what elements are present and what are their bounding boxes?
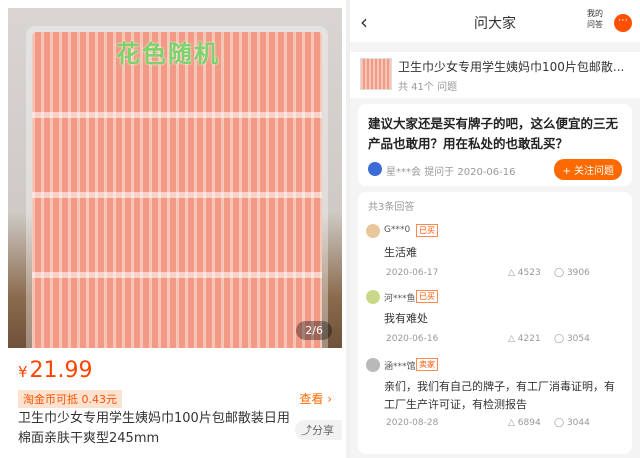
- answer-text: 生活难: [384, 246, 417, 259]
- answer-text: 亲们，我们有自己的牌子，有工厂消毒证明，有工厂生产许可证，有检测报告: [384, 380, 615, 411]
- comment-count[interactable]: ◯ 3906: [554, 268, 590, 278]
- comment-value: 3906: [566, 268, 590, 278]
- currency-symbol: ¥: [18, 363, 28, 381]
- like-count[interactable]: △ 4221: [508, 334, 541, 344]
- product-title: 卫生巾少女专用学生姨妈巾100片包邮散装日用棉面亲肤干爽型245mm: [18, 411, 290, 446]
- product-panel: 花色随机 2/6 ¥21.99 淘金币可抵 0.43元 查看 › 卫生巾少女专用…: [0, 0, 346, 458]
- answer-text: 我有难处: [384, 312, 428, 325]
- avatar: [366, 358, 380, 372]
- comment-count[interactable]: ◯ 3054: [554, 334, 590, 344]
- image-page-indicator: 2/6: [296, 321, 332, 340]
- answerer-name: 河***鱼: [384, 294, 416, 304]
- like-count[interactable]: △ 4523: [508, 268, 541, 278]
- like-icon: △: [508, 334, 518, 344]
- more-icon[interactable]: ⋯: [614, 14, 632, 32]
- product-thumbnail: [360, 58, 392, 90]
- product-name: 卫生巾少女专用学生姨妈巾100片包邮散...: [398, 60, 625, 74]
- comment-icon: ◯: [554, 418, 567, 428]
- comment-value: 3054: [566, 334, 590, 344]
- question-text: 建议大家还是买有牌子的吧，这么便宜的三无产品也敢用？用在私处的也敢乱买？: [368, 116, 619, 151]
- like-count[interactable]: △ 6894: [508, 418, 541, 428]
- answer-date: 2020-06-16: [386, 334, 439, 344]
- my-questions-button[interactable]: 我的问答: [584, 8, 606, 30]
- bought-badge: 已买: [416, 290, 438, 303]
- answerer-name: G***0: [384, 225, 411, 235]
- qa-header: ‹ 问大家 我的问答 ⋯: [350, 0, 640, 42]
- like-value: 4221: [517, 334, 541, 344]
- answer-item[interactable]: 涵***馆 卖家 亲们，我们有自己的牌子，有工厂消毒证明，有工厂生产许可证，有检…: [358, 358, 632, 448]
- question-card: 建议大家还是买有牌子的吧，这么便宜的三无产品也敢用？用在私处的也敢乱买？ 星**…: [358, 104, 632, 186]
- like-icon: △: [508, 418, 518, 428]
- product-image[interactable]: 花色随机 2/6: [8, 8, 342, 348]
- like-value: 4523: [517, 268, 541, 278]
- answer-date: 2020-06-17: [386, 268, 439, 278]
- ask-date: 提问于 2020-06-16: [424, 167, 516, 178]
- question-count: 共 41个 问题: [398, 82, 458, 93]
- answer-list: 共3条回答 G***0 已买 生活难 2020-06-17 △ 4523 ◯ 3…: [358, 192, 632, 454]
- asker-name: 星***会: [386, 167, 421, 178]
- share-button[interactable]: ⤴分享: [295, 420, 342, 440]
- answerer-name: 涵***馆: [384, 362, 416, 372]
- share-label: 分享: [312, 424, 334, 437]
- image-watermark: 花色随机: [116, 40, 220, 68]
- package-row-divider: [32, 272, 322, 278]
- view-link[interactable]: 查看 ›: [299, 390, 332, 407]
- answer-item[interactable]: 河***鱼 已买 我有难处 2020-06-16 △ 4221 ◯ 3054: [358, 290, 632, 358]
- price-value: 21.99: [29, 358, 93, 383]
- package-row-divider: [32, 192, 322, 198]
- bought-badge: 已买: [416, 224, 438, 237]
- package-row-divider: [32, 112, 322, 118]
- qa-panel: ‹ 问大家 我的问答 ⋯ 卫生巾少女专用学生姨妈巾100片包邮散... 共 41…: [350, 0, 640, 458]
- comment-count[interactable]: ◯ 3044: [554, 418, 590, 428]
- answer-date: 2020-08-28: [386, 418, 439, 428]
- follow-question-button[interactable]: + 关注问题: [554, 159, 622, 180]
- asker-avatar: [368, 162, 382, 176]
- comment-icon: ◯: [554, 334, 567, 344]
- like-icon: △: [508, 268, 518, 278]
- coupon-badge: 淘金币可抵 0.43元: [18, 390, 122, 408]
- answer-item[interactable]: G***0 已买 生活难 2020-06-17 △ 4523 ◯ 3906: [358, 224, 632, 292]
- answer-count: 共3条回答: [368, 202, 415, 213]
- avatar: [366, 224, 380, 238]
- asker-info: 星***会 提问于 2020-06-16: [386, 163, 515, 178]
- share-icon: ⤴: [301, 424, 312, 437]
- comment-icon: ◯: [554, 268, 567, 278]
- product-summary[interactable]: 卫生巾少女专用学生姨妈巾100片包邮散... 共 41个 问题: [350, 52, 640, 98]
- avatar: [366, 290, 380, 304]
- like-value: 6894: [517, 418, 541, 428]
- price: ¥21.99: [18, 358, 93, 383]
- pads-package: [32, 32, 322, 348]
- comment-value: 3044: [566, 418, 590, 428]
- seller-badge: 卖家: [416, 358, 438, 371]
